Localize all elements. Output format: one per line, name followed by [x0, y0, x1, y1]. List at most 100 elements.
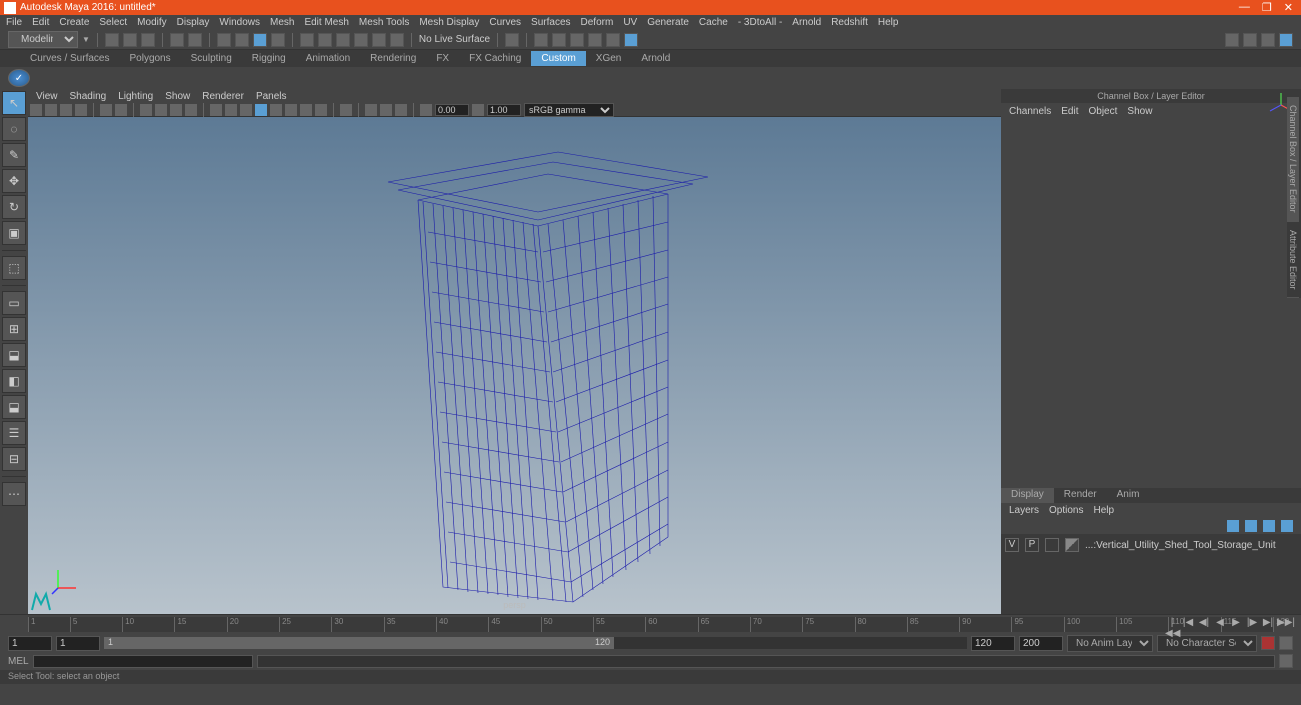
- vp-menu-lighting[interactable]: Lighting: [118, 91, 153, 102]
- shelf-tab-animation[interactable]: Animation: [296, 51, 360, 66]
- save-scene-icon[interactable]: [141, 33, 155, 47]
- vp-gamma-icon[interactable]: [472, 104, 484, 116]
- anim-layer-select[interactable]: No Anim Layer: [1067, 635, 1153, 652]
- menu-mesh-tools[interactable]: Mesh Tools: [359, 17, 409, 28]
- range-track[interactable]: 1 120: [104, 637, 967, 649]
- shelf-tab-arnold[interactable]: Arnold: [631, 51, 680, 66]
- vp-2d-zoom-icon[interactable]: [100, 104, 112, 116]
- gamma-field[interactable]: [487, 104, 521, 116]
- menu-arnold[interactable]: Arnold: [792, 17, 821, 28]
- layer-move-up-icon[interactable]: [1227, 520, 1239, 532]
- menu-display[interactable]: Display: [177, 17, 210, 28]
- menu-file[interactable]: File: [6, 17, 22, 28]
- minimize-button[interactable]: —: [1239, 1, 1250, 14]
- vp-wireframe-icon[interactable]: [210, 104, 222, 116]
- layout-persp-outliner[interactable]: ⊟: [2, 447, 26, 471]
- vp-aa-icon[interactable]: [315, 104, 327, 116]
- vert-tab-attribute-editor[interactable]: Attribute Editor: [1287, 222, 1299, 299]
- show-menu[interactable]: Show: [1127, 106, 1152, 117]
- vert-tab-channel-box[interactable]: Channel Box / Layer Editor: [1287, 97, 1299, 222]
- no-live-surface-label[interactable]: No Live Surface: [419, 34, 490, 45]
- snap-live-icon[interactable]: [372, 33, 386, 47]
- new-scene-icon[interactable]: [105, 33, 119, 47]
- layer-visibility-toggle[interactable]: V: [1005, 538, 1019, 552]
- construction-history-icon[interactable]: [505, 33, 519, 47]
- exposure-field[interactable]: [435, 104, 469, 116]
- scale-tool[interactable]: ▣: [2, 221, 26, 245]
- layer-playback-toggle[interactable]: P: [1025, 538, 1039, 552]
- script-editor-icon[interactable]: [1279, 654, 1293, 668]
- menu-create[interactable]: Create: [59, 17, 89, 28]
- menu-modify[interactable]: Modify: [137, 17, 166, 28]
- vp-menu-renderer[interactable]: Renderer: [202, 91, 244, 102]
- vp-exposure-icon[interactable]: [420, 104, 432, 116]
- vp-film-gate-icon[interactable]: [155, 104, 167, 116]
- rotate-tool[interactable]: ↻: [2, 195, 26, 219]
- range-thumb[interactable]: 1 120: [104, 637, 614, 649]
- redo-icon[interactable]: [188, 33, 202, 47]
- shelf-tab-rigging[interactable]: Rigging: [242, 51, 296, 66]
- shelf-custom-button[interactable]: ✓: [8, 69, 30, 87]
- layout-outliner[interactable]: ☰: [2, 421, 26, 445]
- panel-layout-3-icon[interactable]: [1261, 33, 1275, 47]
- step-forward-key-icon[interactable]: ▶|: [1261, 617, 1275, 631]
- layout-two-v[interactable]: ◧: [2, 369, 26, 393]
- menu-3dtoall[interactable]: - 3DtoAll -: [738, 17, 782, 28]
- command-input[interactable]: [33, 655, 253, 668]
- hypershade-icon[interactable]: [624, 33, 638, 47]
- maximize-button[interactable]: ❐: [1262, 1, 1272, 14]
- menu-edit-mesh[interactable]: Edit Mesh: [304, 17, 348, 28]
- step-back-icon[interactable]: ◀|: [1197, 617, 1211, 631]
- render-frame-icon[interactable]: [534, 33, 548, 47]
- panel-layout-2-icon[interactable]: [1243, 33, 1257, 47]
- vp-lights-icon[interactable]: [255, 104, 267, 116]
- undo-icon[interactable]: [170, 33, 184, 47]
- layer-options-menu[interactable]: Options: [1049, 505, 1083, 516]
- object-menu[interactable]: Object: [1089, 106, 1118, 117]
- step-back-key-icon[interactable]: |◀: [1181, 617, 1195, 631]
- paint-tool[interactable]: ✎: [2, 143, 26, 167]
- range-end-inner[interactable]: [971, 636, 1015, 651]
- vp-menu-view[interactable]: View: [36, 91, 58, 102]
- layer-new-empty-icon[interactable]: [1263, 520, 1275, 532]
- menu-mesh[interactable]: Mesh: [270, 17, 294, 28]
- close-button[interactable]: ✕: [1284, 1, 1293, 14]
- select-icon[interactable]: [217, 33, 231, 47]
- vp-image-plane-icon[interactable]: [75, 104, 87, 116]
- snap-view-icon[interactable]: [390, 33, 404, 47]
- layout-two-h[interactable]: ⬓: [2, 343, 26, 367]
- shelf-tab-xgen[interactable]: XGen: [586, 51, 632, 66]
- move-tool[interactable]: ✥: [2, 169, 26, 193]
- go-to-start-icon[interactable]: |◀◀: [1165, 617, 1179, 631]
- vp-menu-shading[interactable]: Shading: [70, 91, 107, 102]
- layer-move-down-icon[interactable]: [1245, 520, 1257, 532]
- ipr-render-icon[interactable]: [552, 33, 566, 47]
- layout-four[interactable]: ⊞: [2, 317, 26, 341]
- panel-layout-4-icon[interactable]: [1279, 33, 1293, 47]
- render-settings-icon[interactable]: [570, 33, 584, 47]
- panel-layout-1-icon[interactable]: [1225, 33, 1239, 47]
- time-slider[interactable]: 1510152025303540455055606570758085909510…: [0, 614, 1301, 634]
- step-forward-icon[interactable]: |▶: [1245, 617, 1259, 631]
- go-to-end-icon[interactable]: ▶▶|: [1277, 617, 1291, 631]
- workspace-mode-select[interactable]: Modeling: [8, 31, 78, 48]
- select-object-icon[interactable]: [253, 33, 267, 47]
- vp-textured-icon[interactable]: [240, 104, 252, 116]
- select-component-icon[interactable]: [271, 33, 285, 47]
- layer-name[interactable]: ...:Vertical_Utility_Shed_Tool_Storage_U…: [1085, 540, 1276, 551]
- vp-menu-show[interactable]: Show: [165, 91, 190, 102]
- shelf-tab-sculpting[interactable]: Sculpting: [181, 51, 242, 66]
- vp-bookmark-icon[interactable]: [60, 104, 72, 116]
- layout-single[interactable]: ▭: [2, 291, 26, 315]
- layer-display-type-toggle[interactable]: [1045, 538, 1059, 552]
- vp-ao-icon[interactable]: [285, 104, 297, 116]
- layer-tab-display[interactable]: Display: [1001, 488, 1054, 503]
- menu-curves[interactable]: Curves: [489, 17, 521, 28]
- select-hierarchy-icon[interactable]: [235, 33, 249, 47]
- range-end-outer[interactable]: [1019, 636, 1063, 651]
- vp-motion-blur-icon[interactable]: [300, 104, 312, 116]
- layout-three[interactable]: ⬓: [2, 395, 26, 419]
- snap-plane-icon[interactable]: [354, 33, 368, 47]
- shelf-tab-rendering[interactable]: Rendering: [360, 51, 426, 66]
- cmd-language-label[interactable]: MEL: [8, 656, 29, 667]
